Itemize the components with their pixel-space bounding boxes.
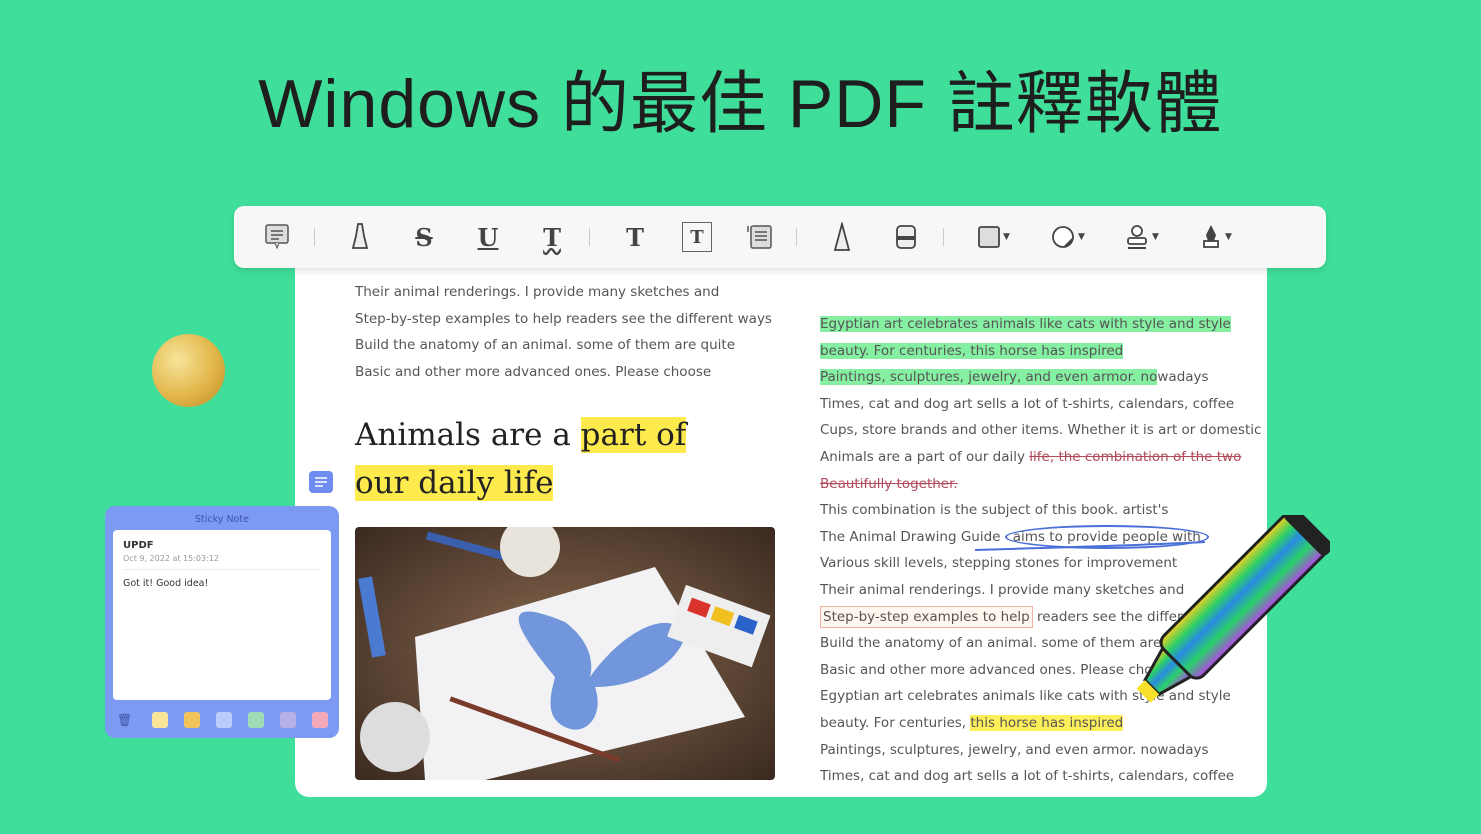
- text-segment: Animals are a part of our daily: [820, 449, 1030, 465]
- color-swatch[interactable]: [280, 712, 296, 728]
- color-swatch[interactable]: [248, 712, 264, 728]
- color-swatch[interactable]: [152, 712, 168, 728]
- text-segment: beauty. For centuries,: [820, 715, 971, 731]
- divider: [589, 228, 590, 246]
- squiggly-icon[interactable]: T: [535, 220, 569, 254]
- text-line: Paintings, sculptures, jewelry, and even…: [820, 740, 1209, 760]
- text-callout-icon[interactable]: [742, 220, 776, 254]
- heading-line-1: Animals are a part of: [355, 415, 687, 455]
- text-line: Egyptian art celebrates animals like cat…: [820, 314, 1231, 334]
- text-line: Times, cat and dog art sells a lot of t-…: [820, 394, 1234, 414]
- text-line: Their animal renderings. I provide many …: [355, 284, 720, 300]
- annotated-text[interactable]: Step-by-step examples to help: [820, 605, 1033, 628]
- heading-text: Animals are a: [355, 417, 581, 453]
- sticker-icon[interactable]: ▼: [1046, 220, 1090, 254]
- sticky-note-title: Sticky Note: [195, 514, 249, 525]
- text-segment: wadays: [1157, 369, 1209, 386]
- divider: [314, 228, 315, 246]
- note-author: UPDF: [123, 540, 154, 551]
- highlighter-marker-illustration: [1136, 515, 1330, 703]
- trash-icon[interactable]: 🗑: [117, 713, 132, 727]
- note-date: Oct 9, 2022 at 15:03:12: [123, 554, 321, 570]
- annotated-text[interactable]: Paintings, sculptures, jewelry, and even…: [820, 369, 1158, 386]
- underline-icon[interactable]: U: [471, 220, 505, 254]
- art-supplies-photo: [355, 527, 775, 780]
- text-line: Animals are a part of our daily life, th…: [820, 447, 1241, 467]
- color-swatch[interactable]: [216, 712, 232, 728]
- comment-icon[interactable]: [260, 220, 294, 254]
- divider: [943, 228, 944, 246]
- sticky-note-popup: Sticky Note UPDF Oct 9, 2022 at 15:03:12…: [105, 506, 339, 738]
- text-line: beauty. For centuries, this horse has in…: [820, 341, 1124, 361]
- text-line: Build the anatomy of an animal. some of …: [355, 337, 736, 353]
- sticky-note-card[interactable]: UPDF Oct 9, 2022 at 15:03:12 Got it! Goo…: [113, 530, 331, 700]
- annotated-text[interactable]: life, the combination of the two: [1029, 449, 1241, 465]
- text-line: Paintings, sculptures, jewelry, and even…: [820, 367, 1209, 387]
- pencil-icon[interactable]: [825, 220, 859, 254]
- text-segment: Times, cat and dog art sells a lot of t-…: [820, 768, 1235, 785]
- annotation-toolbar: S U T T T ▼ ▼ ▼ ▼: [234, 206, 1326, 268]
- annotated-text[interactable]: Beautifully together.: [820, 476, 958, 492]
- stamp-icon[interactable]: ▼: [1120, 220, 1164, 254]
- shape-icon[interactable]: ▼: [972, 220, 1016, 254]
- color-swatch[interactable]: [184, 712, 200, 728]
- highlighted-heading-text[interactable]: our daily life: [355, 465, 554, 501]
- comment-marker-icon[interactable]: [309, 471, 333, 493]
- text-line: beauty. For centuries, this horse has in…: [820, 713, 1124, 733]
- text-box-icon[interactable]: T: [682, 222, 712, 252]
- text-line: Beautifully together.: [820, 474, 958, 494]
- color-swatch[interactable]: [312, 712, 328, 728]
- eraser-icon[interactable]: [889, 220, 923, 254]
- annotated-text[interactable]: Egyptian art celebrates animals like cat…: [820, 316, 1231, 332]
- decorative-ball: [152, 334, 225, 407]
- annotated-text[interactable]: beauty. For centuries, this horse has in…: [820, 342, 1124, 359]
- signature-icon[interactable]: ▼: [1194, 220, 1238, 254]
- text-line: Cups, store brands and other items. Whet…: [820, 420, 1261, 440]
- strikethrough-icon[interactable]: S: [407, 220, 441, 254]
- divider: [796, 228, 797, 246]
- text-icon[interactable]: T: [618, 220, 652, 254]
- text-line: Times, cat and dog art sells a lot of t-…: [820, 766, 1234, 786]
- text-segment: Paintings, sculptures, jewelry, and even…: [820, 741, 1209, 758]
- page-title: Windows 的最佳 PDF 註釋軟體: [258, 66, 1223, 142]
- heading-line-2: our daily life: [355, 463, 554, 503]
- text-segment: Cups, store brands and other items. Whet…: [820, 422, 1262, 439]
- text-line: Step-by-step examples to help readers se…: [355, 311, 772, 327]
- note-message[interactable]: Got it! Good idea!: [123, 578, 321, 589]
- text-line: Basic and other more advanced ones. Plea…: [355, 364, 712, 380]
- text-segment: Times, cat and dog art sells a lot of t-…: [820, 395, 1235, 412]
- highlighted-heading-text[interactable]: part of: [580, 417, 687, 453]
- highlight-icon[interactable]: [343, 220, 377, 254]
